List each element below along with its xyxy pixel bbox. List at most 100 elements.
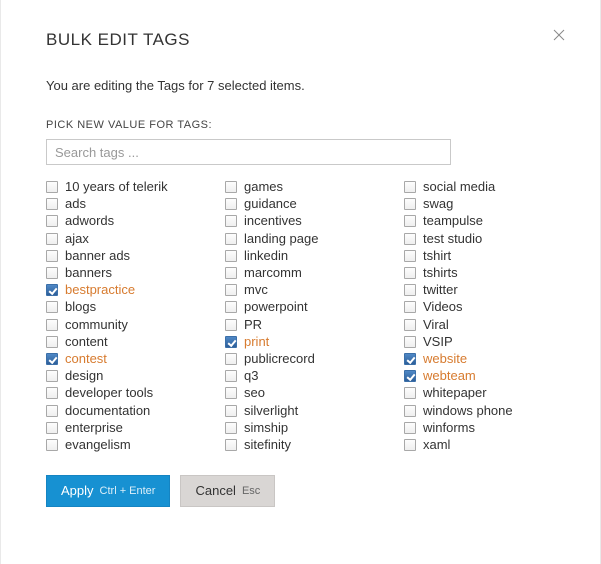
tag-label[interactable]: print <box>244 334 269 350</box>
tag-label[interactable]: design <box>65 368 103 384</box>
tag-row[interactable]: landing page <box>225 231 376 247</box>
tag-label[interactable]: q3 <box>244 368 258 384</box>
tag-row[interactable]: community <box>46 317 197 333</box>
tag-row[interactable]: seo <box>225 385 376 401</box>
tag-row[interactable]: simship <box>225 420 376 436</box>
tag-row[interactable]: content <box>46 334 197 350</box>
tag-row[interactable]: adwords <box>46 213 197 229</box>
checkbox-icon[interactable] <box>225 181 237 193</box>
tag-row[interactable]: print <box>225 334 376 350</box>
tag-row[interactable]: windows phone <box>404 402 555 418</box>
checkbox-icon[interactable] <box>404 198 416 210</box>
tag-row[interactable]: documentation <box>46 402 197 418</box>
tag-row[interactable]: banners <box>46 265 197 281</box>
checkbox-icon[interactable] <box>46 233 58 245</box>
tag-row[interactable]: guidance <box>225 196 376 212</box>
tag-row[interactable]: mvc <box>225 282 376 298</box>
tag-label[interactable]: enterprise <box>65 420 123 436</box>
checkbox-icon[interactable] <box>225 439 237 451</box>
close-icon[interactable] <box>552 28 568 44</box>
tag-label[interactable]: guidance <box>244 196 297 212</box>
checkbox-icon[interactable] <box>404 301 416 313</box>
tag-label[interactable]: seo <box>244 385 265 401</box>
tag-label[interactable]: Videos <box>423 299 463 315</box>
tag-label[interactable]: simship <box>244 420 288 436</box>
tag-row[interactable]: ads <box>46 196 197 212</box>
checkbox-icon[interactable] <box>46 387 58 399</box>
tag-row[interactable]: design <box>46 368 197 384</box>
tag-label[interactable]: teampulse <box>423 213 483 229</box>
tag-label[interactable]: games <box>244 179 283 195</box>
tag-label[interactable]: twitter <box>423 282 458 298</box>
checkbox-icon[interactable] <box>225 267 237 279</box>
checkbox-icon[interactable] <box>225 370 237 382</box>
tag-label[interactable]: adwords <box>65 213 114 229</box>
checkbox-icon[interactable] <box>46 250 58 262</box>
checkbox-icon[interactable] <box>404 370 416 382</box>
tag-row[interactable]: games <box>225 179 376 195</box>
tag-label[interactable]: banners <box>65 265 112 281</box>
tag-label[interactable]: social media <box>423 179 495 195</box>
checkbox-icon[interactable] <box>225 233 237 245</box>
tag-row[interactable]: tshirt <box>404 248 555 264</box>
checkbox-icon[interactable] <box>225 405 237 417</box>
tag-row[interactable]: webteam <box>404 368 555 384</box>
tag-row[interactable]: sitefinity <box>225 437 376 453</box>
tag-row[interactable]: VSIP <box>404 334 555 350</box>
tag-row[interactable]: marcomm <box>225 265 376 281</box>
checkbox-icon[interactable] <box>46 405 58 417</box>
tag-row[interactable]: incentives <box>225 213 376 229</box>
checkbox-icon[interactable] <box>404 336 416 348</box>
tag-row[interactable]: tshirts <box>404 265 555 281</box>
checkbox-icon[interactable] <box>46 439 58 451</box>
checkbox-icon[interactable] <box>46 267 58 279</box>
tag-row[interactable]: 10 years of telerik <box>46 179 197 195</box>
checkbox-icon[interactable] <box>46 422 58 434</box>
tag-label[interactable]: windows phone <box>423 403 513 419</box>
checkbox-icon[interactable] <box>46 181 58 193</box>
checkbox-icon[interactable] <box>46 198 58 210</box>
checkbox-icon[interactable] <box>225 215 237 227</box>
checkbox-icon[interactable] <box>225 250 237 262</box>
tag-row[interactable]: evangelism <box>46 437 197 453</box>
tag-row[interactable]: teampulse <box>404 213 555 229</box>
checkbox-icon[interactable] <box>404 267 416 279</box>
tag-row[interactable]: banner ads <box>46 248 197 264</box>
checkbox-icon[interactable] <box>404 319 416 331</box>
tag-row[interactable]: publicrecord <box>225 351 376 367</box>
tag-label[interactable]: winforms <box>423 420 475 436</box>
tag-label[interactable]: landing page <box>244 231 318 247</box>
tag-row[interactable]: swag <box>404 196 555 212</box>
checkbox-icon[interactable] <box>46 353 58 365</box>
tag-label[interactable]: content <box>65 334 108 350</box>
tag-row[interactable]: linkedin <box>225 248 376 264</box>
tag-label[interactable]: developer tools <box>65 385 153 401</box>
tag-label[interactable]: linkedin <box>244 248 288 264</box>
tag-row[interactable]: winforms <box>404 420 555 436</box>
checkbox-icon[interactable] <box>404 405 416 417</box>
checkbox-icon[interactable] <box>404 233 416 245</box>
tag-row[interactable]: website <box>404 351 555 367</box>
tag-row[interactable]: PR <box>225 317 376 333</box>
tag-row[interactable]: developer tools <box>46 385 197 401</box>
tag-label[interactable]: tshirts <box>423 265 458 281</box>
tag-row[interactable]: xaml <box>404 437 555 453</box>
checkbox-icon[interactable] <box>404 353 416 365</box>
checkbox-icon[interactable] <box>225 353 237 365</box>
tag-label[interactable]: evangelism <box>65 437 131 453</box>
tag-label[interactable]: 10 years of telerik <box>65 179 168 195</box>
tag-label[interactable]: bestpractice <box>65 282 135 298</box>
tag-row[interactable]: bestpractice <box>46 282 197 298</box>
tag-label[interactable]: incentives <box>244 213 302 229</box>
tag-label[interactable]: swag <box>423 196 453 212</box>
tag-label[interactable]: community <box>65 317 128 333</box>
tag-row[interactable]: enterprise <box>46 420 197 436</box>
tag-row[interactable]: Videos <box>404 299 555 315</box>
tag-label[interactable]: webteam <box>423 368 476 384</box>
tag-label[interactable]: banner ads <box>65 248 130 264</box>
checkbox-icon[interactable] <box>46 301 58 313</box>
tag-label[interactable]: silverlight <box>244 403 298 419</box>
tag-label[interactable]: mvc <box>244 282 268 298</box>
tag-label[interactable]: whitepaper <box>423 385 487 401</box>
tag-row[interactable]: whitepaper <box>404 385 555 401</box>
